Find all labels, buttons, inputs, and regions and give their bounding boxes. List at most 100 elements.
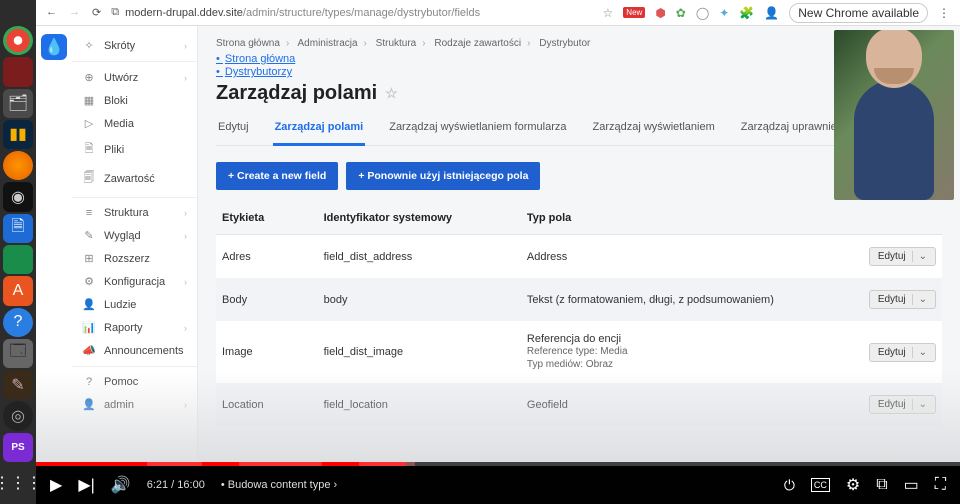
miniplayer-icon[interactable]: ⧉ xyxy=(876,476,887,494)
ext-icon-1[interactable]: ⬢ xyxy=(655,6,665,20)
chevron-down-icon[interactable]: ⌄ xyxy=(912,294,927,305)
sidebar-item-skroty[interactable]: ✧Skróty› xyxy=(72,34,197,57)
edit-button[interactable]: Edytuj⌄ xyxy=(869,290,936,309)
chrome-update-button[interactable]: New Chrome available xyxy=(789,3,928,23)
cell-type: Referencja do encji Reference type: Medi… xyxy=(521,321,863,383)
nav-reload-icon[interactable]: ⟳ xyxy=(92,6,101,19)
sidebar-item-media[interactable]: ▷Media xyxy=(72,112,197,135)
sidebar-item-ludzie[interactable]: 👤Ludzie xyxy=(72,293,197,316)
sidebar-item-label: Zawartość xyxy=(104,173,155,185)
fullscreen-icon[interactable]: ⛶ xyxy=(935,476,946,494)
crumb[interactable]: Struktura xyxy=(376,38,417,49)
ext-icon-2[interactable]: ✿ xyxy=(676,6,686,20)
tab-wysw-formularza[interactable]: Zarządzaj wyświetlaniem formularza xyxy=(387,115,568,145)
dock-app-brush[interactable]: ✎ xyxy=(3,370,33,399)
chapter-title[interactable]: • Budowa content type › xyxy=(221,479,337,491)
chevron-down-icon[interactable]: ⌄ xyxy=(912,251,927,262)
sidebar-item-utworz[interactable]: ⊕Utwórz› xyxy=(72,66,197,89)
browser-toolbar: ← → ⟳ ⧉ modern-drupal.ddev.site/admin/st… xyxy=(36,0,960,26)
th-label: Etykieta xyxy=(216,204,318,235)
sidebar-item-pomoc[interactable]: ?Pomoc xyxy=(72,371,197,393)
announce-icon: 📣 xyxy=(82,344,96,357)
ext-icon-3[interactable]: ◯ xyxy=(696,6,709,20)
settings-gear-icon[interactable]: ⚙ xyxy=(846,475,860,495)
sidebar-item-pliki[interactable]: 🗎Pliki xyxy=(72,135,197,164)
kebab-menu-icon[interactable]: ⋮ xyxy=(938,6,950,20)
cell-type: Geofield xyxy=(521,383,863,426)
crumb[interactable]: Administracja xyxy=(298,38,358,49)
sidebar-item-struktura[interactable]: ≡Struktura› xyxy=(72,202,197,224)
edit-button[interactable]: Edytuj⌄ xyxy=(869,395,936,414)
apps-grid-button[interactable]: ⋮⋮⋮ xyxy=(0,462,36,504)
cell-label: Location xyxy=(216,383,318,426)
dock-app-grey[interactable]: 🗔 xyxy=(3,339,33,368)
sidebar-item-konfiguracja[interactable]: ⚙Konfiguracja› xyxy=(72,270,197,293)
create-field-button[interactable]: + Create a new field xyxy=(216,162,338,190)
th-id: Identyfikator systemowy xyxy=(318,204,521,235)
star-icon[interactable]: ☆ xyxy=(603,6,614,20)
ext-badge[interactable]: New xyxy=(623,7,645,18)
profile-avatar[interactable]: 👤 xyxy=(764,6,779,20)
ext-icon-5[interactable]: 🧩 xyxy=(739,6,754,20)
extension-tray: ☆ New ⬢ ✿ ◯ ✦ 🧩 👤 New Chrome available ⋮ xyxy=(603,3,950,23)
presenter-webcam xyxy=(834,30,954,200)
dock-help[interactable]: ? xyxy=(3,308,33,337)
next-button[interactable]: ▶| xyxy=(78,475,94,495)
gear-icon: ⚙ xyxy=(82,275,96,288)
crumb[interactable]: Rodzaje zawartości xyxy=(434,38,521,49)
tab-zarzadzaj-polami[interactable]: Zarządzaj polami xyxy=(273,115,366,146)
dock-app-cyan[interactable]: ▮▮ xyxy=(3,120,33,149)
dock-phpstorm[interactable]: PS xyxy=(3,433,33,462)
chevron-right-icon: › xyxy=(184,400,187,410)
content-icon: 🗐 xyxy=(82,169,96,188)
dock-obs[interactable]: ◎ xyxy=(3,401,33,430)
volume-icon[interactable]: 🔊 xyxy=(111,475,131,495)
extend-icon: ⊞ xyxy=(82,252,96,265)
chevron-down-icon[interactable]: ⌄ xyxy=(912,347,927,358)
youtube-player-bar: ▶ ▶| 🔊 6:21 / 16:00 • Budowa content typ… xyxy=(36,462,960,504)
play-button[interactable]: ▶ xyxy=(50,475,62,495)
site-info-icon[interactable]: ⧉ xyxy=(111,6,119,19)
crumb[interactable]: Dystrybutor xyxy=(539,38,590,49)
autoplay-toggle[interactable]: ⏻ xyxy=(784,477,795,494)
sidebar-item-announcements[interactable]: 📣Announcements xyxy=(72,339,197,362)
sidebar-item-zawartosc[interactable]: 🗐 Zawartość xyxy=(72,164,197,193)
cell-id: field_dist_address xyxy=(318,235,521,279)
sidebar-item-label: Pomoc xyxy=(104,376,138,388)
dock-app-red[interactable] xyxy=(3,57,33,86)
dock-files[interactable]: 🗂 xyxy=(3,89,33,118)
dock-software[interactable]: A xyxy=(3,276,33,305)
tab-wyswietlaniem[interactable]: Zarządzaj wyświetlaniem xyxy=(591,115,717,145)
sidebar-item-label: Rozszerz xyxy=(104,253,150,265)
dock-app-swirl[interactable]: ◉ xyxy=(3,182,33,211)
captions-button[interactable]: CC xyxy=(811,478,830,492)
address-bar[interactable]: ⧉ modern-drupal.ddev.site/admin/structur… xyxy=(111,6,592,19)
sidebar-item-wyglad[interactable]: ✎Wygląd› xyxy=(72,224,197,247)
cell-label: Body xyxy=(216,278,318,321)
progress-bar[interactable] xyxy=(36,462,960,466)
reports-icon: 📊 xyxy=(82,321,96,334)
drupal-logo-icon[interactable]: 💧 xyxy=(41,34,67,60)
theater-icon[interactable]: ▭ xyxy=(904,475,919,495)
favorite-star-icon[interactable]: ☆ xyxy=(385,85,398,102)
sidebar-item-admin[interactable]: 👤admin› xyxy=(72,393,197,416)
crumb[interactable]: Strona główna xyxy=(216,38,280,49)
reuse-field-button[interactable]: + Ponownie użyj istniejącego pola xyxy=(346,162,540,190)
sidebar-item-rozszerz[interactable]: ⊞ Rozszerz xyxy=(72,247,197,270)
edit-button[interactable]: Edytuj⌄ xyxy=(869,247,936,266)
dock-app-green[interactable] xyxy=(3,245,33,274)
sidebar-item-label: Raporty xyxy=(104,322,143,334)
sidebar-item-bloki[interactable]: ▦Bloki xyxy=(72,89,197,112)
tab-edytuj[interactable]: Edytuj xyxy=(216,115,251,145)
chevron-down-icon[interactable]: ⌄ xyxy=(912,399,927,410)
dock-app-doc[interactable]: 🗎 xyxy=(3,214,33,243)
ext-icon-4[interactable]: ✦ xyxy=(719,6,729,20)
sidebar-item-raporty[interactable]: 📊Raporty› xyxy=(72,316,197,339)
dock-chrome[interactable] xyxy=(3,26,33,55)
nav-back-icon[interactable]: ← xyxy=(46,6,57,19)
dock-firefox[interactable] xyxy=(3,151,33,180)
media-icon: ▷ xyxy=(82,117,96,130)
admin-brand-rail: 💧 xyxy=(36,26,72,462)
cell-label: Image xyxy=(216,321,318,383)
edit-button[interactable]: Edytuj⌄ xyxy=(869,343,936,362)
